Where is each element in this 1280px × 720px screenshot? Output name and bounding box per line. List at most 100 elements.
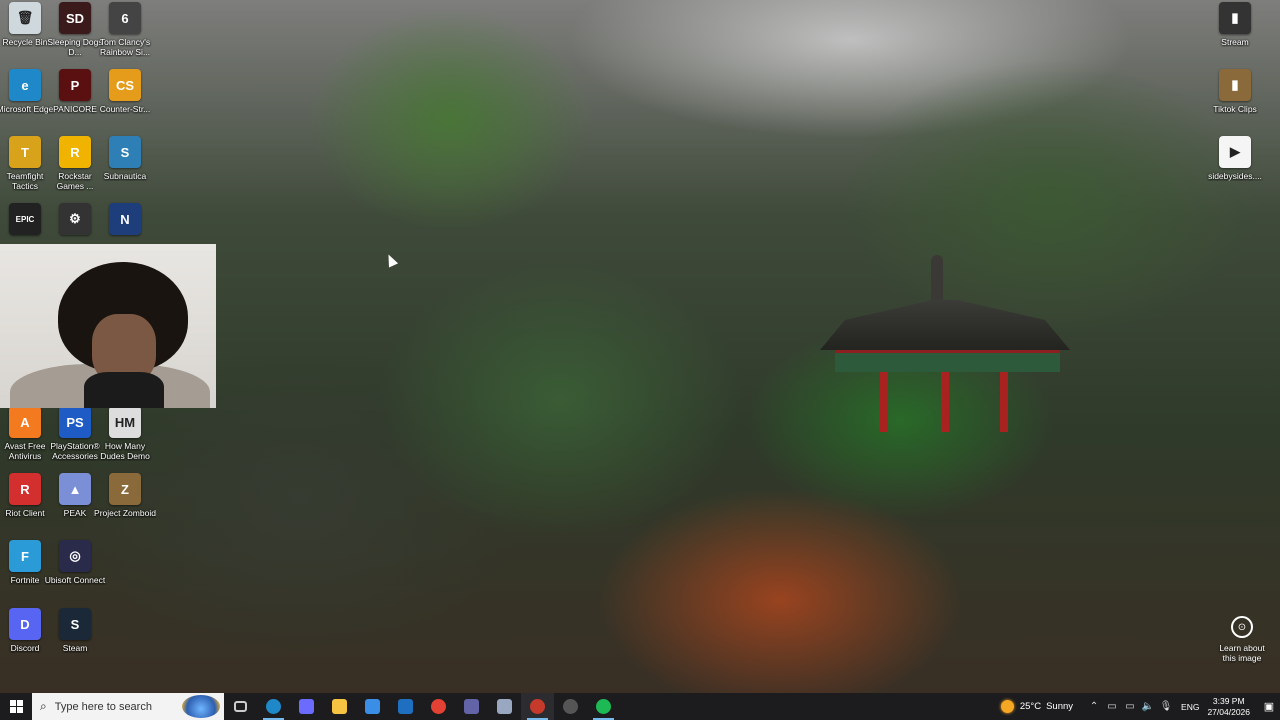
weather-condition: Sunny	[1046, 701, 1074, 712]
obs-icon	[563, 699, 578, 714]
desktop-icon[interactable]: ▮ Tiktok Clips	[1204, 69, 1266, 133]
taskbar-chrome-profile-button[interactable]	[521, 693, 554, 720]
weather-widget[interactable]: 25°C Sunny	[1000, 700, 1074, 713]
app-unknown-icon	[497, 699, 512, 714]
volume-icon[interactable]: 🔈	[1140, 701, 1156, 712]
spotify-icon	[596, 699, 611, 714]
search-input[interactable]	[54, 700, 175, 713]
clock[interactable]: 3:39 PM 27/04/2026	[1207, 696, 1250, 718]
search-highlight-icon[interactable]	[182, 695, 220, 718]
copilot-icon	[299, 699, 314, 714]
network-icon[interactable]: ▭	[1122, 701, 1138, 712]
stream-folder-icon: ▮	[1219, 2, 1251, 34]
desktop-icon[interactable]: ◎ Ubisoft Connect	[44, 540, 106, 604]
project-zomboid-icon: Z	[109, 473, 141, 505]
taskbar-teams-button[interactable]	[455, 693, 488, 720]
taskbar-obs-button[interactable]	[554, 693, 587, 720]
pavilion-roof	[820, 300, 1070, 350]
gear-app-icon: ⚙	[59, 203, 91, 235]
desktop-icon-label: How Many Dudes Demo	[100, 441, 150, 461]
chrome-profile-icon	[530, 699, 545, 714]
epic-games-icon: EPIC	[9, 203, 41, 235]
taskbar-spotify-button[interactable]	[587, 693, 620, 720]
desktop-icon-label: Ubisoft Connect	[44, 575, 106, 585]
taskbar: ⌕ 25°C Sunny ⌃ ▭ ▭ 🔈 🎙 ENG 3:39 PM 27/04…	[0, 693, 1280, 720]
microphone-icon[interactable]: 🎙	[1158, 701, 1174, 712]
chevron-up-icon[interactable]: ⌃	[1086, 701, 1102, 712]
ubisoft-connect-icon: ◎	[59, 540, 91, 572]
taskbar-copilot-button[interactable]	[290, 693, 323, 720]
file-explorer-icon	[332, 699, 347, 714]
learn-about-image[interactable]: ⊙ Learn about this image	[1214, 616, 1270, 663]
pavilion-beam	[835, 350, 1060, 372]
tiktok-clips-icon: ▮	[1219, 69, 1251, 101]
taskbar-edge-button[interactable]	[257, 693, 290, 720]
temperature: 25°C	[1019, 701, 1042, 712]
chrome-icon	[431, 699, 446, 714]
video-file-icon: ▶	[1219, 136, 1251, 168]
language-indicator[interactable]: ENG	[1181, 702, 1199, 712]
pavilion-pillar	[941, 372, 949, 432]
clock-date: 27/04/2026	[1207, 706, 1250, 717]
desktop-icon-label: Project Zomboid	[94, 508, 156, 518]
desktop-icon-label: Tom Clancy's Rainbow Si...	[99, 37, 151, 57]
webcam-shirt	[84, 372, 164, 408]
desktop-icon[interactable]: S Steam	[44, 608, 106, 672]
pavilion-pillar	[1000, 372, 1008, 432]
teams-icon	[464, 699, 479, 714]
desktop-icon-label: sidebysides....	[1208, 171, 1262, 181]
subnautica-icon: S	[109, 136, 141, 168]
pavilion-pillar	[880, 372, 888, 432]
clock-time: 3:39 PM	[1212, 695, 1245, 706]
pavilion-spire	[931, 255, 943, 305]
discord-icon: D	[9, 608, 41, 640]
recycle-bin-icon: 🗑	[9, 2, 41, 34]
search-icon: ⌕	[40, 699, 47, 713]
desktop-icon-label: Stream	[1221, 37, 1249, 47]
taskbar-task-view-button[interactable]	[224, 693, 257, 720]
desktop-icon-label: Tiktok Clips	[1213, 104, 1257, 114]
riot-client-icon: R	[9, 473, 41, 505]
desktop-icon[interactable]: CS Counter-Str...	[94, 69, 156, 133]
taskbar-apps	[224, 693, 620, 720]
edge-icon: e	[9, 69, 41, 101]
taskbar-outlook-button[interactable]	[389, 693, 422, 720]
notification-icon[interactable]: ▣	[1258, 693, 1280, 720]
meet-now-icon[interactable]: ▭	[1104, 701, 1120, 712]
start-button[interactable]	[0, 693, 32, 720]
desktop-icon-label: Steam	[62, 643, 88, 653]
desktop-icon-label: Counter-Str...	[99, 104, 151, 114]
how-many-dudes-icon: HM	[109, 406, 141, 438]
sun-icon	[1000, 700, 1014, 713]
teamfight-tactics-icon: T	[9, 136, 41, 168]
system-tray: 25°C Sunny ⌃ ▭ ▭ 🔈 🎙 ENG 3:39 PM 27/04/2…	[1000, 693, 1280, 720]
edge-icon	[266, 699, 281, 714]
windows-logo-icon	[9, 700, 23, 713]
taskbar-app-unknown-button[interactable]	[488, 693, 521, 720]
rainbow-six-icon: 6	[109, 2, 141, 34]
taskbar-chrome-button[interactable]	[422, 693, 455, 720]
taskbar-microsoft-store-button[interactable]	[356, 693, 389, 720]
desktop-icon[interactable]: ▶ sidebysides....	[1204, 136, 1266, 200]
fortnite-icon: F	[9, 540, 41, 572]
desktop-icon[interactable]: ▮ Stream	[1204, 2, 1266, 66]
desktop-icon[interactable]: HM How Many Dudes Demo	[94, 406, 156, 470]
panicore-icon: P	[59, 69, 91, 101]
desktop-icon[interactable]: S Subnautica	[94, 136, 156, 200]
microsoft-store-icon	[365, 699, 380, 714]
rockstar-icon: R	[59, 136, 91, 168]
steam-icon: S	[59, 608, 91, 640]
desktop-icon[interactable]: Z Project Zomboid	[94, 473, 156, 537]
outlook-icon	[398, 699, 413, 714]
playstation-icon: PS	[59, 406, 91, 438]
peak-icon: ▲	[59, 473, 91, 505]
avast-icon: A	[9, 406, 41, 438]
taskbar-file-explorer-button[interactable]	[323, 693, 356, 720]
search-box[interactable]: ⌕	[32, 693, 224, 720]
camera-icon: ⊙	[1231, 616, 1253, 638]
launcher-icon: N	[109, 203, 141, 235]
task-view-icon	[234, 701, 247, 712]
webcam-overlay	[0, 244, 216, 408]
desktop-icon-label: Subnautica	[103, 171, 147, 181]
desktop-icon[interactable]: 6 Tom Clancy's Rainbow Si...	[94, 2, 156, 66]
